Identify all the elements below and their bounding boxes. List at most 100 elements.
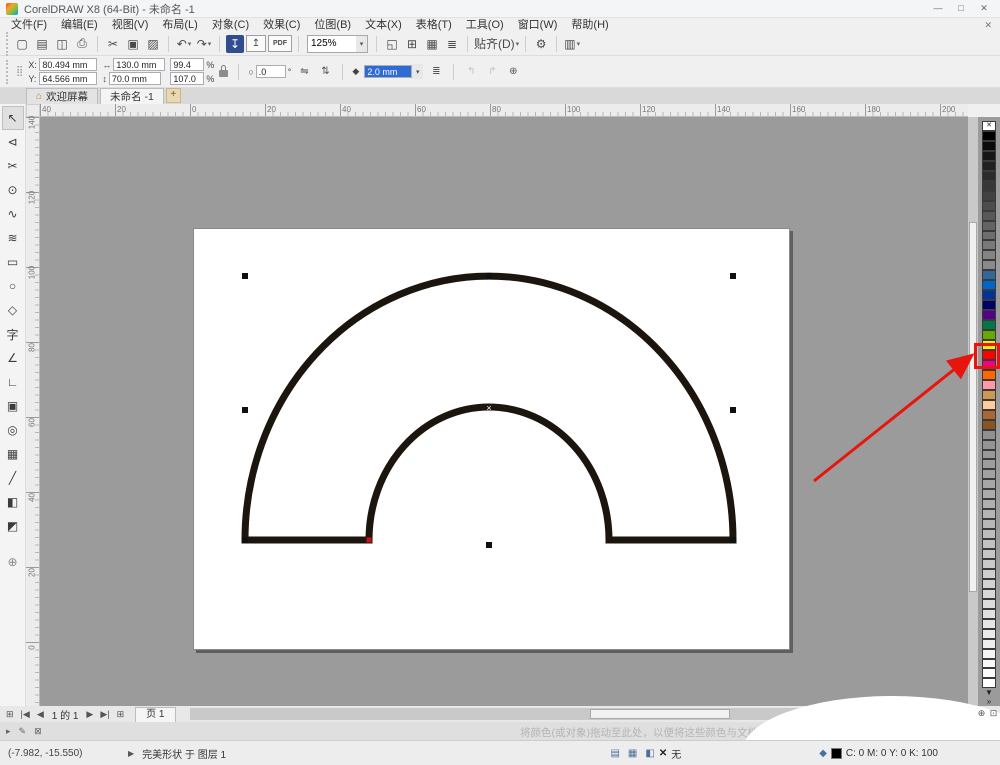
color-swatch-2[interactable] bbox=[982, 140, 996, 151]
color-swatch-36[interactable] bbox=[982, 479, 996, 490]
color-swatch-40[interactable] bbox=[982, 519, 996, 530]
rotation-angle-input[interactable] bbox=[255, 65, 286, 78]
freehand-tool[interactable]: ∿ bbox=[2, 202, 24, 226]
connector-tool[interactable]: ∟ bbox=[2, 370, 24, 394]
zoom-level-input[interactable] bbox=[308, 38, 356, 49]
mirror-vertical-button[interactable]: ⇅ bbox=[317, 64, 333, 80]
paste-button[interactable]: ▨ bbox=[144, 35, 162, 53]
y-position-input[interactable] bbox=[39, 72, 98, 85]
color-swatch-32[interactable] bbox=[982, 439, 996, 450]
drop-shadow-tool[interactable]: ▣ bbox=[2, 394, 24, 418]
show-guidelines-button[interactable]: ≣ bbox=[443, 35, 461, 53]
color-swatch-7[interactable] bbox=[982, 190, 996, 201]
polygon-tool[interactable]: ◇ bbox=[2, 298, 24, 322]
application-launcher-button[interactable]: ▥ ▾ bbox=[563, 35, 581, 53]
no-color-icon[interactable]: ⊠ bbox=[34, 726, 42, 737]
snap-to-button[interactable]: 贴齐(D) ▾ bbox=[474, 35, 519, 53]
color-swatch-43[interactable] bbox=[982, 549, 996, 559]
color-swatch-26[interactable] bbox=[982, 379, 996, 390]
toolbar-grip[interactable] bbox=[6, 31, 11, 56]
menu-item-9[interactable]: 表格(T) bbox=[409, 18, 459, 32]
color-swatch-56[interactable] bbox=[982, 678, 996, 689]
color-swatch-11[interactable] bbox=[982, 230, 996, 241]
tab-untitled-1[interactable]: 未命名 -1 bbox=[100, 88, 164, 104]
customize-toolbox-button[interactable]: ⊕ bbox=[2, 550, 24, 574]
chevron-down-icon[interactable]: ▾ bbox=[412, 64, 424, 79]
save-button[interactable]: ◫ bbox=[53, 35, 71, 53]
zoom-in-button[interactable]: ⊕ bbox=[976, 708, 987, 720]
pen-settings-icon[interactable]: ✎ bbox=[19, 726, 27, 737]
color-swatch-39[interactable] bbox=[982, 509, 996, 520]
proof-colors-icon[interactable]: ▦ bbox=[628, 748, 637, 759]
color-swatch-44[interactable] bbox=[982, 558, 996, 569]
color-swatch-29[interactable] bbox=[982, 409, 996, 420]
to-front-button[interactable]: ↰ bbox=[463, 64, 479, 80]
outline-status[interactable]: ◆ C: 0 M: 0 Y: 0 K: 100 bbox=[819, 747, 938, 759]
horizontal-ruler[interactable]: 40 20 0 20 40 60 80 100 120 140 160 180 200 bbox=[40, 104, 968, 117]
print-button[interactable]: ⎙ bbox=[73, 35, 91, 53]
color-swatch-54[interactable] bbox=[982, 658, 996, 669]
add-page-button-2[interactable]: ⊞ bbox=[115, 709, 127, 720]
copy-button[interactable]: ▣ bbox=[124, 35, 142, 53]
transparency-tool[interactable]: ▦ bbox=[2, 442, 24, 466]
color-swatch-1[interactable] bbox=[982, 131, 996, 141]
color-swatch-8[interactable] bbox=[982, 200, 996, 211]
color-swatch-10[interactable] bbox=[982, 220, 996, 231]
chevron-down-icon[interactable]: ▾ bbox=[356, 35, 367, 52]
menu-item-10[interactable]: 工具(O) bbox=[459, 18, 511, 32]
color-swatch-21[interactable] bbox=[982, 330, 996, 341]
outline-width-input[interactable] bbox=[364, 65, 413, 78]
minimize-button[interactable]: — bbox=[928, 2, 948, 16]
color-swatch-52[interactable] bbox=[982, 638, 996, 649]
status-flyout-icon[interactable]: ▶ bbox=[128, 749, 134, 758]
wrap-text-button[interactable]: ≣ bbox=[428, 64, 444, 80]
color-swatch-17[interactable] bbox=[982, 290, 996, 301]
add-page-button[interactable]: ⊞ bbox=[4, 709, 16, 720]
scale-y-input[interactable] bbox=[170, 72, 205, 85]
full-screen-preview-button[interactable]: ◱ bbox=[383, 35, 401, 53]
color-swatch-3[interactable] bbox=[982, 150, 996, 161]
color-swatch-34[interactable] bbox=[982, 459, 996, 470]
fill-status[interactable]: ◧ ✕ 无 bbox=[645, 746, 681, 761]
property-bar-grip[interactable] bbox=[6, 59, 11, 84]
object-height-input[interactable] bbox=[108, 72, 161, 85]
cut-button[interactable]: ✂ bbox=[104, 35, 122, 53]
color-swatch-53[interactable] bbox=[982, 648, 996, 659]
quick-customize-button[interactable]: ⊕ bbox=[505, 64, 521, 80]
mirror-horizontal-button[interactable]: ⇋ bbox=[296, 64, 312, 80]
menu-item-8[interactable]: 文本(X) bbox=[358, 18, 409, 32]
to-back-button[interactable]: ↱ bbox=[484, 64, 500, 80]
color-swatch-5[interactable] bbox=[982, 170, 996, 181]
color-swatch-19[interactable] bbox=[982, 310, 996, 321]
menu-item-11[interactable]: 窗口(W) bbox=[511, 18, 565, 32]
menu-item-7[interactable]: 位图(B) bbox=[307, 18, 358, 32]
close-button[interactable]: ✕ bbox=[974, 2, 994, 16]
open-button[interactable]: ▤ bbox=[33, 35, 51, 53]
color-eyedropper-tool[interactable]: ╱ bbox=[2, 466, 24, 490]
rectangle-tool[interactable]: ▭ bbox=[2, 250, 24, 274]
export-button[interactable]: ↥ bbox=[246, 35, 266, 52]
redo-button[interactable]: ↷ ▾ bbox=[195, 35, 213, 53]
menu-item-2[interactable]: 编辑(E) bbox=[54, 18, 105, 32]
smart-fill-tool[interactable]: ◩ bbox=[2, 514, 24, 538]
parallel-dimension-tool[interactable]: ∠ bbox=[2, 346, 24, 370]
scale-x-input[interactable] bbox=[170, 58, 205, 71]
color-swatch-4[interactable] bbox=[982, 160, 996, 171]
horizontal-scrollbar-thumb[interactable] bbox=[590, 709, 730, 719]
palette-expand-button[interactable]: » bbox=[987, 697, 991, 706]
artistic-media-tool[interactable]: ≋ bbox=[2, 226, 24, 250]
last-page-button[interactable]: ▶| bbox=[98, 709, 111, 720]
options-button[interactable]: ⚙ bbox=[532, 35, 550, 53]
color-swatch-28[interactable] bbox=[982, 399, 996, 410]
menu-item-12[interactable]: 帮助(H) bbox=[564, 18, 615, 32]
vertical-scrollbar-thumb[interactable] bbox=[969, 222, 977, 592]
interactive-fill-tool[interactable]: ◧ bbox=[2, 490, 24, 514]
import-button[interactable]: ↧ bbox=[226, 34, 244, 53]
color-swatch-31[interactable] bbox=[982, 429, 996, 440]
new-document-tab-button[interactable]: + bbox=[165, 88, 181, 103]
color-swatch-18[interactable] bbox=[982, 300, 996, 311]
ellipse-tool[interactable]: ○ bbox=[2, 274, 24, 298]
color-swatch-25[interactable] bbox=[982, 369, 996, 380]
restore-button[interactable]: □ bbox=[951, 2, 971, 16]
color-swatch-27[interactable] bbox=[982, 389, 996, 400]
